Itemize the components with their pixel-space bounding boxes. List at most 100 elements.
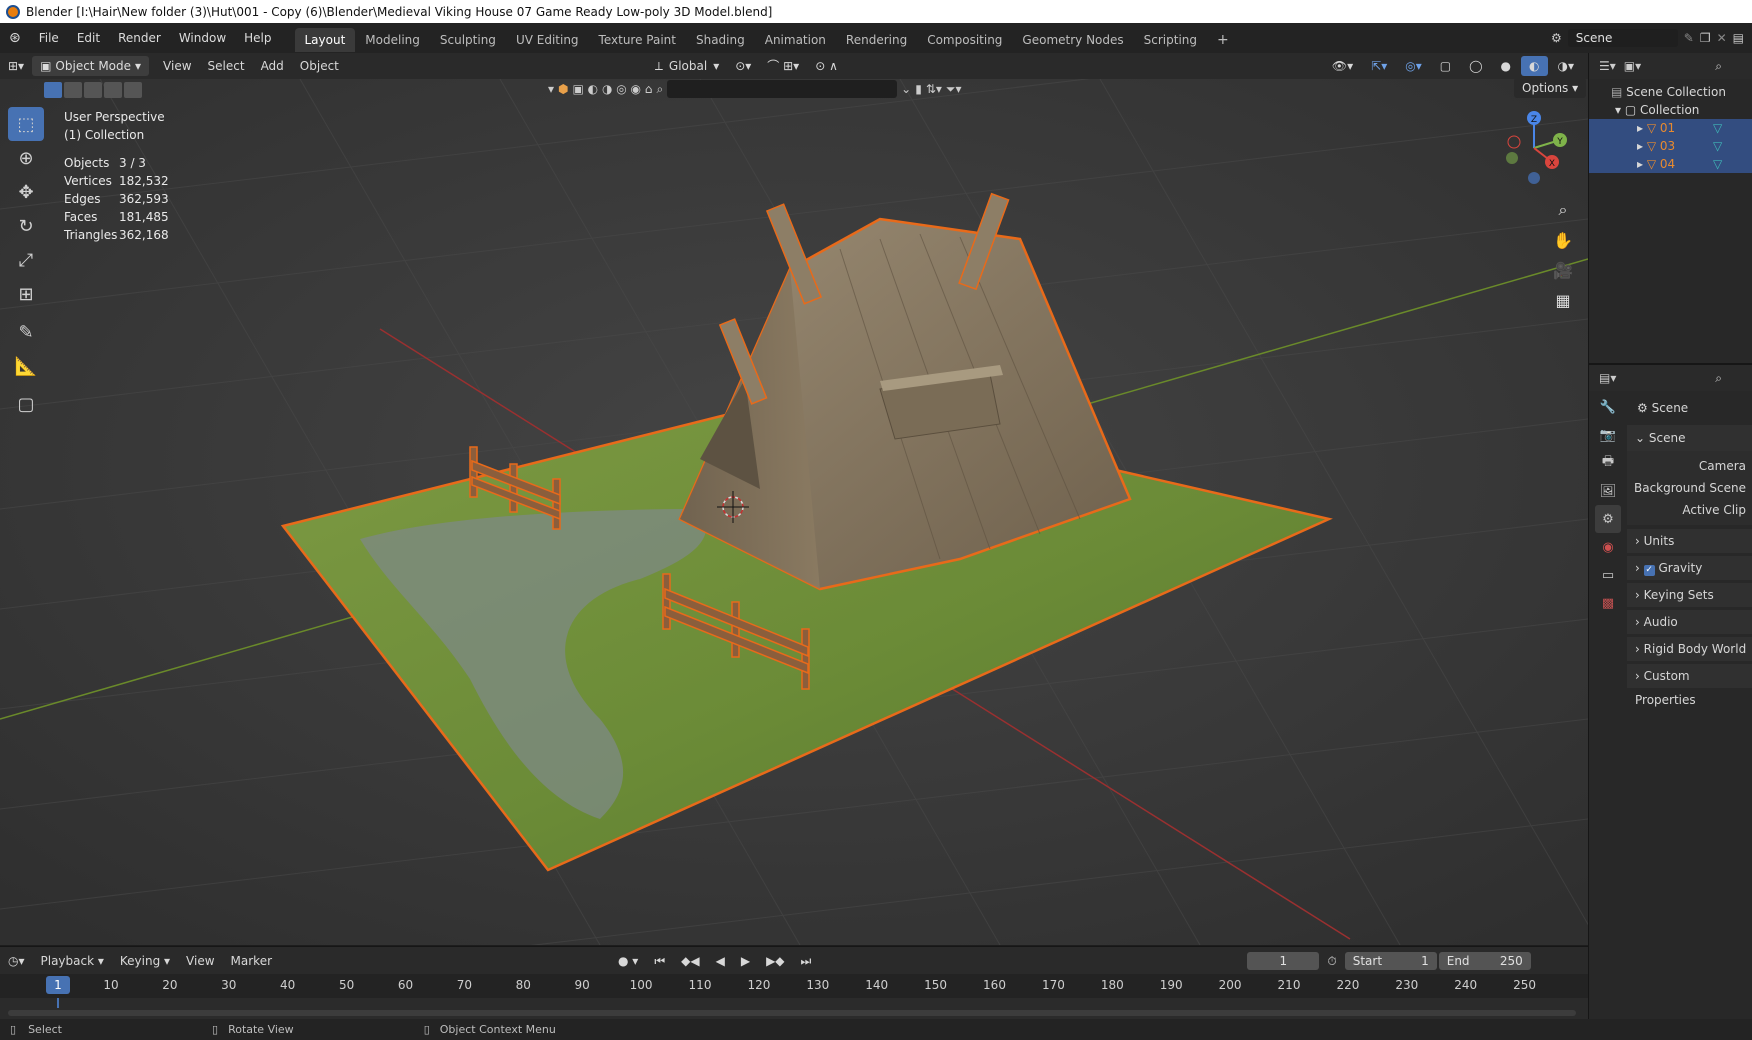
prev-keyframe-icon[interactable]: ◆◀ (673, 948, 707, 974)
new-scene-icon[interactable]: ❐ (1700, 31, 1711, 45)
bookmark-icon[interactable]: ▮ (915, 82, 922, 96)
transform-tool[interactable]: ⊞ (8, 277, 44, 311)
editor-type-icon[interactable]: ⊞▾ (0, 53, 32, 79)
rigid-body-world-panel[interactable]: › Rigid Body World (1627, 637, 1752, 661)
scale-tool[interactable]: ⤢ (8, 243, 44, 277)
pivot-icon[interactable]: ⊙▾ (727, 53, 759, 79)
menu-object[interactable]: Object (292, 53, 347, 79)
timeline-ruler[interactable]: 1 10 20 30 40 50 60 70 80 90 100 110 120 130 140 150 160… (0, 974, 1588, 998)
menu-edit[interactable]: Edit (68, 23, 109, 53)
mesh-data-icon[interactable]: ▽ (1713, 155, 1722, 173)
chevron-right-icon[interactable]: ▸ (1637, 121, 1643, 135)
add-workspace-button[interactable]: + (1207, 28, 1239, 52)
chevron-down-icon[interactable]: ▾ (1615, 103, 1621, 117)
record-icon[interactable]: ● ▾ (610, 948, 646, 974)
menu-help[interactable]: Help (235, 23, 280, 53)
jump-end-icon[interactable]: ⏭ (793, 948, 820, 974)
audio-panel[interactable]: › Audio (1627, 610, 1752, 634)
menu-view[interactable]: View (178, 948, 222, 974)
tab-modeling[interactable]: Modeling (355, 28, 430, 52)
scene-panel-header[interactable]: ⌄ Scene (1627, 425, 1752, 451)
tab-sculpting[interactable]: Sculpting (430, 28, 506, 52)
measure-tool[interactable]: 📐 (8, 349, 44, 383)
view-layer-tab-icon[interactable]: 🖼 (1595, 477, 1621, 505)
chevron-right-icon[interactable]: ▸ (1637, 157, 1643, 171)
tab-geometry-nodes[interactable]: Geometry Nodes (1012, 28, 1133, 52)
gravity-panel[interactable]: › ✓ Gravity (1627, 556, 1752, 580)
gravity-checkbox[interactable]: ✓ (1643, 565, 1655, 576)
zoom-icon[interactable]: ⌕ (1548, 195, 1578, 225)
proportional-edit-icon[interactable]: ⊙ ∧ (807, 53, 846, 79)
transform-orientation[interactable]: ⟂ Global ▾ (647, 53, 727, 79)
output-tab-icon[interactable]: 🖶 (1595, 449, 1621, 477)
editor-type-icon[interactable]: ◷▾ (0, 948, 33, 974)
tab-compositing[interactable]: Compositing (917, 28, 1012, 52)
timeline-scrollbar[interactable] (8, 1010, 1576, 1016)
view-filter-icon[interactable]: ▣▾ (1624, 59, 1641, 73)
menu-render[interactable]: Render (109, 23, 170, 53)
mode-selector[interactable]: ▣ Object Mode ▾ (32, 56, 150, 76)
select-subtract-icon[interactable] (84, 82, 102, 98)
background-scene-field[interactable]: Background Scene (1627, 477, 1752, 499)
active-clip-field[interactable]: Active Clip (1627, 499, 1752, 521)
select-new-icon[interactable] (44, 82, 62, 98)
keying-sets-panel[interactable]: › Keying Sets (1627, 583, 1752, 607)
filter-mesh-icon[interactable]: ▣ ◐ ◑ ◎ ◉ ⌂ (573, 82, 653, 96)
shading-wireframe-icon[interactable]: ◯ (1461, 53, 1490, 79)
shading-rendered-icon[interactable]: ◑▾ (1550, 53, 1583, 79)
tab-layout[interactable]: Layout (294, 28, 356, 52)
search-icon[interactable]: ⌕ (1715, 371, 1722, 386)
tab-rendering[interactable]: Rendering (836, 28, 917, 52)
chevron-right-icon[interactable]: ▸ (1637, 139, 1643, 153)
outliner-object-01[interactable]: ▸ ▽ 01 ▽ (1589, 119, 1752, 137)
outliner-object-03[interactable]: ▸ ▽ 03 ▽ (1589, 137, 1752, 155)
collection-tab-icon[interactable]: ▭ (1595, 561, 1621, 589)
display-mode-icon[interactable]: ☰▾ (1599, 59, 1616, 73)
tool-tab-icon[interactable]: 🔧 (1595, 393, 1621, 421)
start-frame-field[interactable]: Start 1 (1344, 951, 1437, 970)
delete-scene-icon[interactable]: ✕ (1717, 31, 1727, 45)
visibility-icon[interactable]: 👁▾ (1324, 53, 1361, 79)
sort-icon[interactable]: ⇅▾ (926, 82, 942, 96)
play-icon[interactable]: ▶ (733, 948, 758, 974)
xray-icon[interactable]: ▢ (1432, 53, 1459, 79)
outliner-object-04[interactable]: ▸ ▽ 04 ▽ (1589, 155, 1752, 173)
filter-icon[interactable]: ⏷▾ (946, 82, 962, 97)
menu-marker[interactable]: Marker (223, 948, 280, 974)
select-extend-icon[interactable] (64, 82, 82, 98)
mesh-data-icon[interactable]: ▽ (1713, 137, 1722, 155)
camera-view-icon[interactable]: 🎥 (1548, 255, 1578, 285)
tab-shading[interactable]: Shading (686, 28, 755, 52)
outliner-scene-collection[interactable]: ▤ Scene Collection (1589, 83, 1752, 101)
object-type-filter-icon[interactable]: ⬢ (558, 82, 568, 96)
blender-menu-icon[interactable]: ⊛ (0, 23, 30, 53)
tab-scripting[interactable]: Scripting (1134, 28, 1207, 52)
timer-icon[interactable]: ⏱ (1319, 948, 1344, 974)
scene-tab-icon[interactable]: ⚙ (1595, 505, 1621, 533)
mesh-data-icon[interactable]: ▽ (1713, 119, 1722, 137)
overlay-toggle-icon[interactable]: ◎▾ (1397, 53, 1430, 79)
snap-icon[interactable]: ⌒ ⊞▾ (759, 53, 807, 79)
end-frame-field[interactable]: End 250 (1438, 951, 1531, 970)
select-invert-icon[interactable] (104, 82, 122, 98)
chevron-down-icon[interactable]: ⌄ (901, 82, 911, 96)
menu-window[interactable]: Window (170, 23, 235, 53)
cursor-tool[interactable]: ⊕ (8, 141, 44, 175)
options-button[interactable]: Options ▾ (1514, 79, 1587, 98)
timeline-tracks[interactable] (0, 998, 1588, 1019)
menu-file[interactable]: File (30, 23, 68, 53)
texture-tab-icon[interactable]: ▩ (1595, 589, 1621, 617)
tab-uv-editing[interactable]: UV Editing (506, 28, 589, 52)
next-keyframe-icon[interactable]: ▶◆ (758, 948, 792, 974)
menu-keying[interactable]: Keying ▾ (112, 948, 178, 974)
units-panel[interactable]: › Units (1627, 529, 1752, 553)
menu-select[interactable]: Select (200, 53, 253, 79)
select-mode-buttons[interactable] (44, 82, 142, 98)
outliner-collection[interactable]: ▾ ▢ Collection (1589, 101, 1752, 119)
menu-view[interactable]: View (155, 53, 199, 79)
menu-playback[interactable]: Playback ▾ (33, 948, 112, 974)
gizmo-toggle-icon[interactable]: ⇱▾ (1363, 53, 1395, 79)
shading-material-icon[interactable]: ◐ (1521, 56, 1548, 76)
world-tab-icon[interactable]: ◉ (1595, 533, 1621, 561)
view-layer-icon[interactable]: ▤ (1733, 31, 1744, 45)
